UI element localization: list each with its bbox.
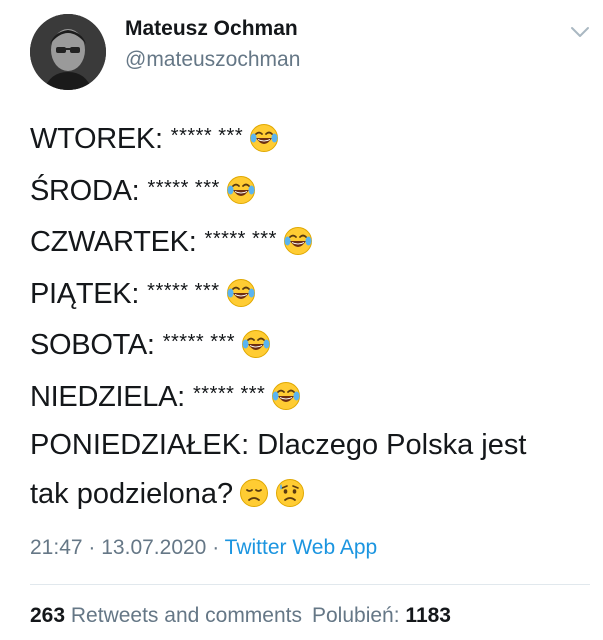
disappointed-face-emoji bbox=[239, 478, 269, 508]
avatar[interactable] bbox=[30, 14, 106, 90]
face-with-tears-of-joy-emoji bbox=[226, 278, 256, 308]
likes-count: 1183 bbox=[405, 604, 451, 627]
tweet-line-7: PONIEDZIAŁEK: Dlaczego Polska jest bbox=[30, 429, 527, 461]
meta-separator: · bbox=[88, 536, 96, 559]
face-with-tears-of-joy-emoji bbox=[283, 226, 313, 256]
censored-text: ***** *** bbox=[170, 125, 244, 147]
tweet-line-5: SOBOTA: ***** *** bbox=[30, 318, 595, 370]
day-label: CZWARTEK: bbox=[30, 226, 197, 258]
author-handle[interactable]: @mateuszochman bbox=[125, 48, 300, 72]
tweet-line-1: WTOREK: ***** *** bbox=[30, 112, 595, 164]
censored-text: ***** *** bbox=[193, 382, 266, 405]
tweet-line-8-text: tak podzielona? bbox=[30, 477, 234, 510]
likes-stat[interactable]: Polubień: 1183 bbox=[312, 604, 451, 627]
tweet-meta: 21:47 · 13.07.2020 · Twitter Web App bbox=[30, 536, 377, 560]
day-label: NIEDZIELA: bbox=[30, 380, 185, 413]
day-label: PIĄTEK: bbox=[30, 277, 140, 310]
sad-but-relieved-face-emoji bbox=[275, 478, 305, 508]
retweets-stat[interactable]: 263 Retweets and comments bbox=[30, 604, 302, 627]
retweets-count: 263 bbox=[30, 604, 66, 627]
tweet-time[interactable]: 21:47 bbox=[30, 536, 83, 559]
meta-separator: · bbox=[212, 536, 220, 559]
face-with-tears-of-joy-emoji bbox=[226, 175, 256, 205]
author-name[interactable]: Mateusz Ochman bbox=[125, 17, 298, 41]
divider bbox=[30, 584, 590, 585]
chevron-down-icon[interactable] bbox=[568, 22, 592, 42]
tweet-text: WTOREK: ***** *** ŚRODA: ***** *** CZWAR… bbox=[30, 112, 595, 518]
face-with-tears-of-joy-emoji bbox=[241, 329, 271, 359]
tweet-card: Mateusz Ochman @mateuszochman WTOREK: **… bbox=[0, 0, 603, 640]
face-with-tears-of-joy-emoji bbox=[249, 123, 279, 153]
day-label: SOBOTA: bbox=[30, 329, 155, 361]
retweets-label: Retweets and comments bbox=[70, 604, 302, 627]
avatar-photo bbox=[30, 14, 106, 90]
tweet-stats: 263 Retweets and comments Polubień: 1183 bbox=[30, 604, 451, 628]
tweet-date[interactable]: 13.07.2020 bbox=[101, 536, 206, 559]
censored-text: ***** *** bbox=[147, 176, 220, 199]
likes-label: Polubień: bbox=[312, 604, 400, 627]
tweet-source-link[interactable]: Twitter Web App bbox=[225, 536, 378, 559]
censored-text: ***** *** bbox=[147, 279, 220, 302]
censored-text: ***** *** bbox=[204, 228, 277, 250]
face-with-tears-of-joy-emoji bbox=[271, 381, 301, 411]
tweet-line-3: CZWARTEK: ***** *** bbox=[30, 215, 595, 267]
tweet-line-8: tak podzielona? bbox=[30, 470, 595, 519]
day-label: ŚRODA: bbox=[30, 174, 140, 207]
tweet-line-6: NIEDZIELA: ***** *** bbox=[30, 370, 595, 422]
tweet-line-2: ŚRODA: ***** *** bbox=[30, 164, 595, 216]
censored-text: ***** *** bbox=[162, 331, 236, 353]
day-label: WTOREK: bbox=[30, 123, 163, 155]
tweet-line-4: PIĄTEK: ***** *** bbox=[30, 267, 595, 319]
